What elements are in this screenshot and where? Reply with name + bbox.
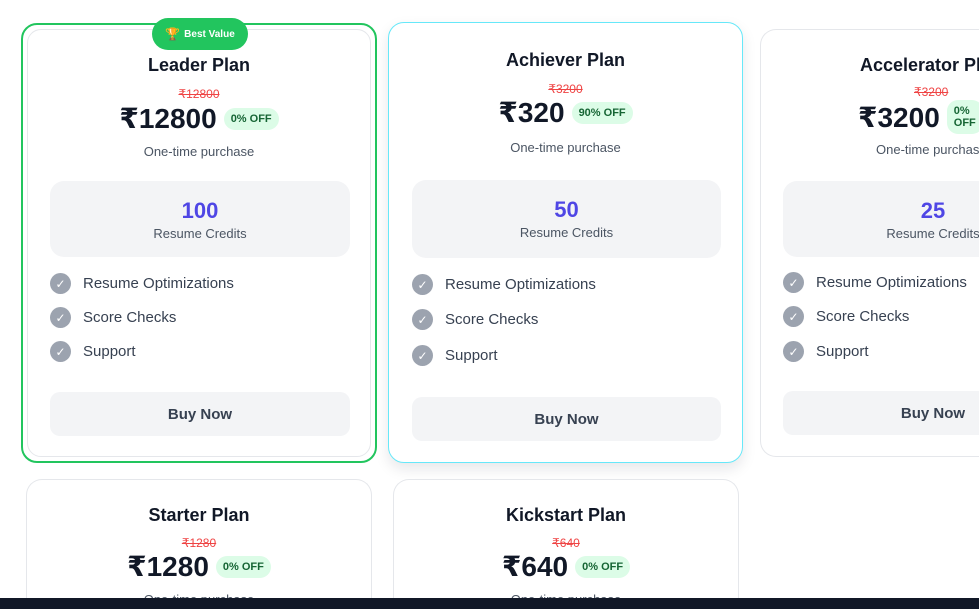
check-icon: ✓ xyxy=(783,306,804,327)
current-price: ₹320 xyxy=(498,97,565,128)
buy-now-button[interactable]: Buy Now xyxy=(783,391,979,435)
current-price: ₹1280 xyxy=(127,551,209,582)
discount-badge: 0% OFF xyxy=(946,100,979,134)
feature-item: ✓ Resume Optimizations xyxy=(783,272,967,293)
price-row: ₹1280 0% OFF xyxy=(27,550,371,583)
trophy-icon: 🏆 xyxy=(165,27,181,41)
one-time-label: One-time purchase xyxy=(143,144,255,159)
feature-label: Score Checks xyxy=(445,311,539,328)
price-row: ₹320 90% OFF xyxy=(389,96,742,129)
plan-title: Kickstart Plan xyxy=(505,505,627,525)
credits-box: 25 Resume Credits xyxy=(783,181,979,257)
feature-label: Score Checks xyxy=(83,309,177,326)
feature-item: ✓ Support xyxy=(412,345,498,366)
plan-title: Achiever Plan xyxy=(505,50,626,70)
best-value-label: Best Value xyxy=(184,28,235,40)
feature-item: ✓ Score Checks xyxy=(412,309,538,330)
credits-count: 100 xyxy=(181,198,219,223)
check-icon: ✓ xyxy=(50,341,71,362)
check-icon: ✓ xyxy=(783,272,804,293)
buy-now-button[interactable]: Buy Now xyxy=(50,392,350,436)
feature-item: ✓ Support xyxy=(50,341,136,362)
credits-count: 25 xyxy=(920,198,946,223)
discount-badge: 0% OFF xyxy=(215,555,271,578)
original-price: ₹1280 xyxy=(181,536,217,550)
discount-badge: 0% OFF xyxy=(575,555,631,578)
buy-now-button[interactable]: Buy Now xyxy=(412,397,721,441)
credits-label: Resume Credits xyxy=(519,225,614,240)
check-icon: ✓ xyxy=(412,309,433,330)
price-row: ₹12800 0% OFF xyxy=(23,102,375,135)
discount-badge: 0% OFF xyxy=(223,107,279,130)
original-price: ₹12800 xyxy=(178,87,220,101)
feature-item: ✓ Score Checks xyxy=(50,307,176,328)
credits-count: 50 xyxy=(554,197,579,222)
check-icon: ✓ xyxy=(50,273,71,294)
one-time-label: One-time purchase xyxy=(876,142,979,157)
feature-label: Resume Optimizations xyxy=(445,276,596,293)
feature-label: Resume Optimizations xyxy=(83,275,234,292)
credits-label: Resume Credits xyxy=(153,226,247,241)
price-row: ₹640 0% OFF xyxy=(394,550,738,583)
plan-title: Accelerator Plan xyxy=(860,55,979,75)
current-price: ₹640 xyxy=(501,551,569,582)
credits-label: Resume Credits xyxy=(886,226,979,241)
credits-box: 100 Resume Credits xyxy=(50,181,350,257)
current-price: ₹3200 xyxy=(858,101,940,133)
feature-label: Support xyxy=(83,343,136,360)
check-icon: ✓ xyxy=(412,345,433,366)
credits-box: 50 Resume Credits xyxy=(412,180,721,258)
bottom-edge-bar xyxy=(0,598,979,609)
check-icon: ✓ xyxy=(783,341,804,362)
feature-label: Support xyxy=(816,343,869,360)
plan-card-achiever: Achiever Plan ₹3200 ₹320 90% OFF One-tim… xyxy=(388,22,743,463)
current-price: ₹12800 xyxy=(119,103,217,134)
plan-card-kickstart: Kickstart Plan ₹640 ₹640 0% OFF One-time… xyxy=(393,479,739,609)
feature-label: Score Checks xyxy=(816,308,910,325)
original-price: ₹3200 xyxy=(914,85,949,99)
price-row: ₹3200 0% OFF xyxy=(858,100,979,134)
feature-label: Resume Optimizations xyxy=(816,274,967,291)
discount-badge: 90% OFF xyxy=(571,101,633,124)
check-icon: ✓ xyxy=(50,307,71,328)
plan-card-accelerator: Accelerator Plan ₹3200 ₹3200 0% OFF One-… xyxy=(760,29,979,457)
feature-item: ✓ Resume Optimizations xyxy=(412,274,596,295)
feature-label: Support xyxy=(445,347,498,364)
plan-card-starter: Starter Plan ₹1280 ₹1280 0% OFF One-time… xyxy=(26,479,372,609)
original-price: ₹640 xyxy=(552,536,580,550)
original-price: ₹3200 xyxy=(548,82,583,96)
plan-title: Leader Plan xyxy=(147,55,251,75)
plan-title: Starter Plan xyxy=(148,505,250,525)
feature-item: ✓ Score Checks xyxy=(783,306,909,327)
check-icon: ✓ xyxy=(412,274,433,295)
plan-card-leader: 🏆 Best Value Leader Plan ₹12800 ₹12800 0… xyxy=(21,18,377,463)
feature-item: ✓ Support xyxy=(783,341,869,362)
feature-item: ✓ Resume Optimizations xyxy=(50,273,234,294)
one-time-label: One-time purchase xyxy=(510,140,621,155)
best-value-badge: 🏆 Best Value xyxy=(152,18,248,50)
